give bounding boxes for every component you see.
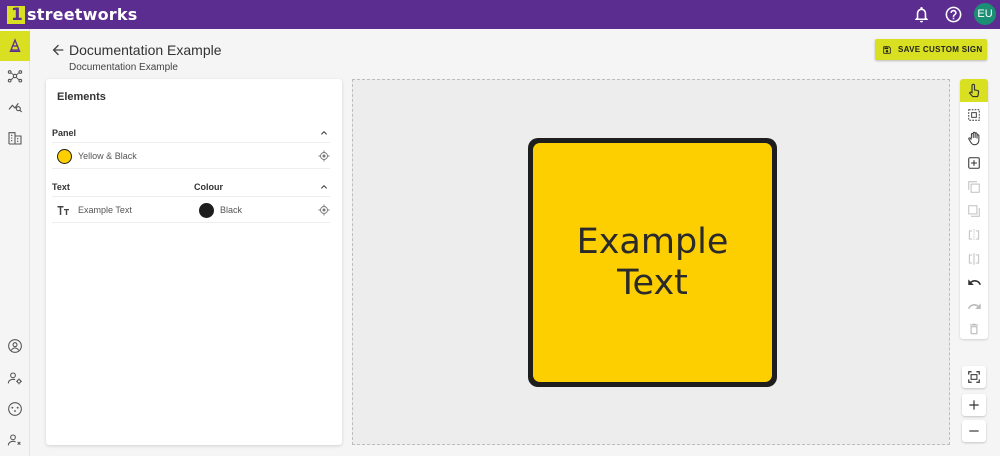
nav-item-signs[interactable] xyxy=(0,31,30,61)
sign-panel-face: Example Text xyxy=(533,143,772,382)
sign-text[interactable]: Example Text xyxy=(553,222,753,304)
nav-item-user-admin[interactable] xyxy=(0,425,30,455)
logo-text: streetworks xyxy=(27,5,138,24)
canvas-toolbar xyxy=(960,79,988,339)
user-admin-icon xyxy=(7,434,21,446)
user-settings-icon xyxy=(7,372,22,385)
tool-redo[interactable] xyxy=(960,295,988,318)
analytics-icon xyxy=(8,102,23,113)
tool-flip-vertical[interactable] xyxy=(960,247,988,270)
select-icon xyxy=(968,108,980,121)
save-custom-sign-button[interactable]: SAVE CUSTOM SIGN xyxy=(875,39,987,60)
page-title: Documentation Example xyxy=(69,42,222,58)
tool-pointer[interactable] xyxy=(960,79,988,102)
panel-row-yellow-black[interactable]: Yellow & Black xyxy=(52,142,330,169)
user-avatar[interactable]: EU xyxy=(974,3,996,25)
minus-icon xyxy=(969,430,979,432)
send-backward-icon xyxy=(968,204,980,217)
building-icon xyxy=(8,132,22,145)
zoom-out-button[interactable] xyxy=(962,420,986,442)
top-bar: streetworks EU xyxy=(0,0,1000,29)
text-row-label: Example Text xyxy=(78,205,132,215)
network-icon xyxy=(7,70,23,83)
text-type-icon xyxy=(57,206,69,215)
sign-panel[interactable]: Example Text xyxy=(528,138,777,387)
support-icon xyxy=(8,402,22,416)
text-section-label: Text xyxy=(52,182,70,192)
elements-panel: Elements Panel Yellow & Black Text Colou… xyxy=(46,79,342,445)
zoom-in-button[interactable] xyxy=(962,394,986,416)
tool-undo[interactable] xyxy=(960,271,988,294)
pointer-icon xyxy=(968,83,979,98)
locate-icon[interactable] xyxy=(318,204,330,216)
cone-icon xyxy=(9,38,21,52)
locate-icon[interactable] xyxy=(318,150,330,162)
tool-bring-forward[interactable] xyxy=(960,175,988,198)
text-colour-label: Black xyxy=(220,205,243,215)
fit-to-screen-button[interactable] xyxy=(962,366,986,388)
delete-icon xyxy=(969,323,979,334)
tool-select[interactable] xyxy=(960,103,988,126)
panel-row-label: Yellow & Black xyxy=(78,151,137,161)
nav-item-account[interactable] xyxy=(0,331,30,361)
text-row-example-text[interactable]: Example Text Black xyxy=(52,196,330,223)
sign-canvas[interactable]: Example Text xyxy=(352,79,950,445)
undo-icon xyxy=(967,279,981,285)
page-subtitle: Documentation Example xyxy=(69,62,178,73)
save-button-label: SAVE CUSTOM SIGN xyxy=(898,45,983,54)
help-icon[interactable] xyxy=(944,5,963,24)
elements-title: Elements xyxy=(57,91,106,103)
chevron-up-icon[interactable] xyxy=(318,181,330,193)
tool-add-element[interactable] xyxy=(960,151,988,174)
tool-pan[interactable] xyxy=(960,127,988,150)
redo-icon xyxy=(967,303,981,309)
back-arrow-icon[interactable] xyxy=(50,42,66,58)
tool-delete[interactable] xyxy=(960,317,988,340)
bring-forward-icon xyxy=(968,180,980,193)
app-logo[interactable]: streetworks xyxy=(7,5,138,25)
tool-send-backward[interactable] xyxy=(960,199,988,222)
nav-item-user-settings[interactable] xyxy=(0,363,30,393)
fit-screen-icon xyxy=(968,371,980,383)
nav-item-buildings[interactable] xyxy=(0,123,30,153)
add-element-icon xyxy=(968,156,980,169)
flip-vertical-icon xyxy=(968,252,980,265)
account-icon xyxy=(8,339,22,353)
left-nav xyxy=(0,29,30,456)
logo-mark xyxy=(7,5,25,25)
save-icon xyxy=(883,45,891,54)
panel-swatch xyxy=(57,149,72,164)
colour-column-label: Colour xyxy=(194,182,223,192)
flip-horizontal-icon xyxy=(968,228,980,241)
panel-section-label: Panel xyxy=(52,128,77,138)
bell-icon[interactable] xyxy=(912,5,931,24)
nav-item-analytics[interactable] xyxy=(0,91,30,121)
pan-icon xyxy=(967,131,979,146)
text-colour-swatch xyxy=(199,203,214,218)
nav-item-network[interactable] xyxy=(0,61,30,91)
nav-item-support[interactable] xyxy=(0,394,30,424)
plus-icon xyxy=(969,400,979,410)
tool-flip-horizontal[interactable] xyxy=(960,223,988,246)
chevron-up-icon[interactable] xyxy=(318,127,330,139)
